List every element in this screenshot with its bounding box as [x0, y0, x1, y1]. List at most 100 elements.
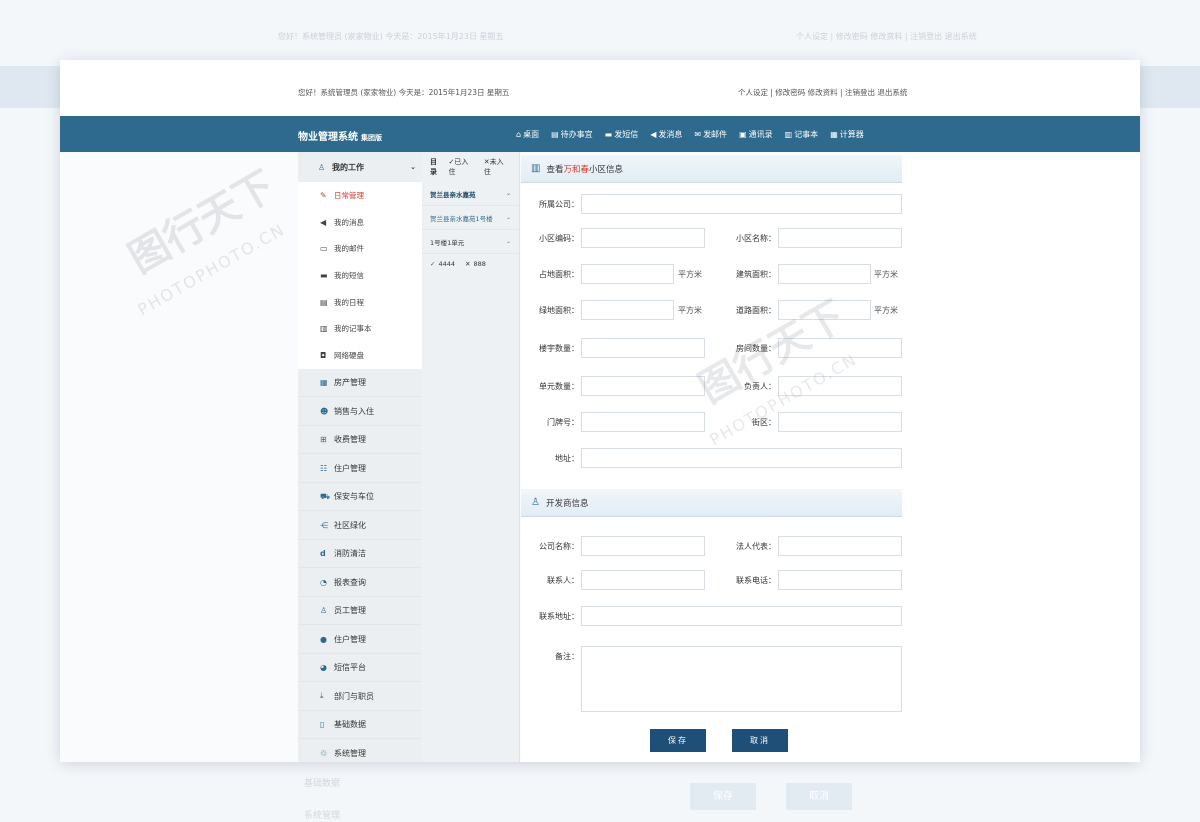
- sidebar-item-mail[interactable]: ▭ 我的邮件: [298, 235, 422, 262]
- nav-desktop[interactable]: ⌂ 桌面: [516, 129, 539, 140]
- sidebar-item-daily[interactable]: ✎ 日常管理: [298, 182, 422, 209]
- sidebar-item-label: 报表查询: [334, 577, 366, 587]
- sidebar-item-schedule[interactable]: ▤ 我的日程: [298, 289, 422, 316]
- inbox-icon: ▭: [320, 244, 328, 254]
- filter-checked-in[interactable]: ✓已入住: [448, 157, 477, 177]
- sidebar-item-fees[interactable]: ⊞ 收费管理: [298, 426, 422, 455]
- sidebar-item-system[interactable]: ♲ 系统管理: [298, 739, 422, 762]
- main-form-panel: ▥ 查看 万和春 小区信息 所属公司： 小区编码： 小区名称： 占地面积： 平方米 …: [521, 152, 1140, 762]
- sidebar-item-label: 我的短信: [334, 270, 364, 280]
- sidebar-item-messages[interactable]: ◀ 我的消息: [298, 209, 422, 236]
- filter-label: 已入住: [448, 158, 469, 176]
- tree-node[interactable]: 1号楼1单元 ⌄: [422, 230, 519, 254]
- wrench-icon: ✎: [320, 190, 327, 200]
- sms-icon: ▬: [320, 270, 328, 280]
- door-number-field[interactable]: [581, 412, 705, 432]
- nav-notepad[interactable]: ▥ 记事本: [785, 129, 819, 140]
- nav-send-message[interactable]: ◀ 发消息: [650, 129, 682, 140]
- sidebar-item-label: 日常管理: [334, 190, 364, 200]
- ghost-links: 个人设定 | 修改密码 修改资料 | 注销登出 退出系统: [796, 32, 977, 41]
- road-area-field[interactable]: [778, 300, 871, 320]
- calculator-icon: ▦: [830, 130, 838, 139]
- section-title-suffix: 小区信息: [588, 164, 623, 175]
- contact-person-field[interactable]: [581, 570, 705, 590]
- sidebar-item-label: 住户管理: [334, 463, 366, 473]
- sidebar-item-departments[interactable]: ⤓ 部门与职员: [298, 682, 422, 711]
- section-header-developer: ♙ 开发商信息: [521, 489, 902, 517]
- sidebar-item-residents-2[interactable]: ● 住户管理: [298, 625, 422, 654]
- group-icon: ☻: [320, 406, 329, 416]
- remark-textarea[interactable]: [581, 646, 902, 712]
- main-navbar: 物业管理系统 集团版 ⌂ 桌面 ▤ 待办事宜 ▬ 发短信 ◀ 发消息 ✉ 发邮件 ▣ 通讯录 …: [60, 116, 1140, 152]
- disk-icon: ◘: [320, 350, 327, 360]
- book-icon: ▯: [320, 720, 325, 730]
- label-code: 小区编码：: [539, 234, 579, 243]
- green-area-field[interactable]: [581, 300, 674, 320]
- units-count-field[interactable]: [581, 376, 705, 396]
- nav-calculator[interactable]: ▦ 计算器: [830, 129, 864, 140]
- sidebar-item-greening[interactable]: ⋲ 社区绿化: [298, 511, 422, 540]
- build-area-field[interactable]: [778, 264, 871, 284]
- community-name-field[interactable]: [778, 228, 902, 248]
- sidebar-item-sms[interactable]: ▬ 我的短信: [298, 262, 422, 289]
- sidebar-item-label: 我的消息: [334, 217, 364, 227]
- residents-icon: ☷: [320, 463, 328, 473]
- sidebar-item-netdisk[interactable]: ◘ 网络硬盘: [298, 342, 422, 369]
- section-title-highlight: 万和春: [563, 164, 589, 175]
- nav-send-mail[interactable]: ✉ 发邮件: [694, 129, 727, 140]
- sidebar-item-basic-data[interactable]: ▯ 基础数据: [298, 711, 422, 740]
- nav-todo[interactable]: ▤ 待办事宜: [551, 129, 593, 140]
- sidebar-item-property[interactable]: ▦ 房产管理: [298, 369, 422, 398]
- sidebar-item-cleaning[interactable]: d 消防清洁: [298, 540, 422, 569]
- buildings-count-field[interactable]: [581, 338, 705, 358]
- tree-node[interactable]: 贺兰县亲水嘉苑 ⌄: [422, 182, 519, 206]
- sitemap-icon: ⊞: [320, 435, 327, 445]
- sidebar-item-sales[interactable]: ☻ 销售与入住: [298, 397, 422, 426]
- filter-label: 未入住: [483, 158, 504, 176]
- sidebar-item-residents[interactable]: ☷ 住户管理: [298, 454, 422, 483]
- users-icon: ♙: [320, 606, 328, 616]
- address-field[interactable]: [581, 448, 902, 468]
- cancel-button[interactable]: 取消: [732, 729, 788, 752]
- street-field[interactable]: [778, 412, 902, 432]
- contact-phone-field[interactable]: [778, 570, 902, 590]
- brand-edition: 集团版: [361, 134, 382, 142]
- land-area-field[interactable]: [581, 264, 674, 284]
- sidebar-item-label: 收费管理: [334, 435, 366, 445]
- unit-label: 平方米: [678, 270, 702, 279]
- filter-not-in[interactable]: ✕未入住: [484, 157, 513, 177]
- sidebar-item-staff[interactable]: ♙ 员工管理: [298, 597, 422, 626]
- nav-send-sms[interactable]: ▬ 发短信: [605, 129, 639, 140]
- nav-label: 待办事宜: [560, 130, 593, 139]
- sidebar-item-sms-platform[interactable]: ◕ 短信平台: [298, 654, 422, 683]
- sidebar-item-label: 销售与入住: [334, 406, 374, 416]
- legal-rep-field[interactable]: [778, 536, 902, 556]
- rooms-count-field[interactable]: [778, 338, 902, 358]
- user-links[interactable]: 个人设定 | 修改密码 修改资料 | 注销登出 退出系统: [738, 87, 907, 98]
- sidebar-item-label: 房产管理: [334, 378, 366, 388]
- manager-field[interactable]: [778, 376, 902, 396]
- contacts-icon: ▣: [739, 130, 747, 139]
- background-ghost-top: 您好！系统管理员 (家家物业) 今天是：2015年1月23日 星期五 个人设定 …: [0, 0, 1200, 60]
- label-road-area: 道路面积：: [736, 306, 776, 315]
- sidebar-item-notepad[interactable]: ▥ 我的记事本: [298, 315, 422, 342]
- recycle-icon: ♲: [320, 748, 328, 758]
- megaphone-icon: ◀: [320, 217, 327, 227]
- sidebar-item-reports[interactable]: ◔ 报表查询: [298, 568, 422, 597]
- download-icon: ⤓: [320, 691, 324, 701]
- tree-node[interactable]: 贺兰县亲水嘉苑1号楼 ⌄: [422, 206, 519, 230]
- developer-company-field[interactable]: [581, 536, 705, 556]
- sidebar-item-security[interactable]: ⛟ 保安与车位: [298, 483, 422, 512]
- company-field[interactable]: [581, 194, 902, 214]
- building-icon: ▦: [320, 378, 328, 388]
- nav-contacts[interactable]: ▣ 通讯录: [739, 129, 773, 140]
- sidebar-head-my-work[interactable]: ♙ 我的工作 ⌄: [298, 152, 422, 182]
- community-code-field[interactable]: [581, 228, 705, 248]
- chat-icon: ◕: [320, 663, 327, 673]
- user-icon: ♙: [318, 162, 326, 172]
- save-button[interactable]: 保存: [650, 729, 706, 752]
- top-bar: 您好！系统管理员 (家家物业) 今天是：2015年1月23日 星期五 个人设定 …: [60, 60, 1140, 116]
- cross-icon: ✕: [465, 260, 471, 268]
- tree-leaf[interactable]: ✓ 4444 ✕ 888: [422, 254, 519, 274]
- contact-address-field[interactable]: [581, 606, 902, 626]
